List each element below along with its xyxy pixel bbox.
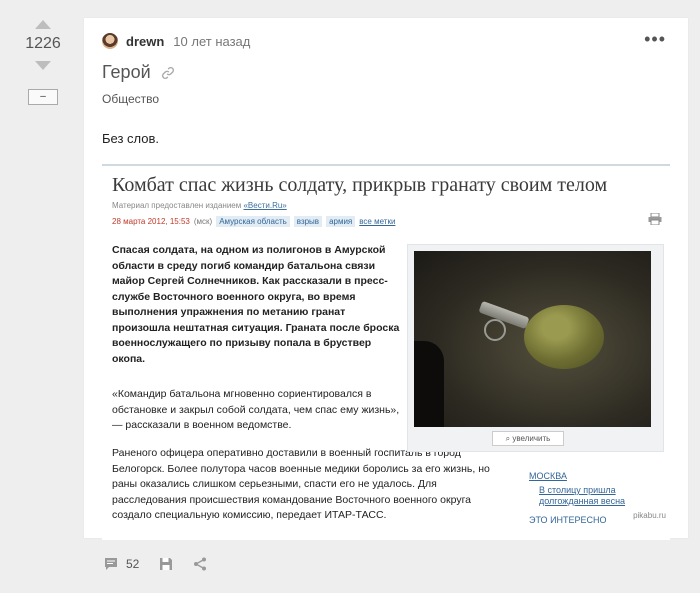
post-card: drewn 10 лет назад ••• Герой Общество Бе… [84, 18, 688, 540]
grenade-photo [414, 251, 651, 427]
article-lead: Спасая солдата, на одном из полигонов в … [112, 244, 400, 365]
article-source-prefix: Материал предоставлен изданием [112, 201, 242, 210]
vote-panel: 1226 – [18, 18, 68, 105]
photo-shadow [414, 341, 444, 427]
article-body: Раненого офицера оперативно доставили в … [112, 447, 490, 521]
watermark: pikabu.ru [633, 511, 666, 520]
share-button[interactable] [193, 557, 207, 571]
article-image: Комбат спас жизнь солдату, прикрыв грана… [102, 164, 670, 540]
save-icon [160, 558, 173, 570]
downvote-arrow-icon[interactable] [35, 61, 51, 70]
zoom-button: ⌕ увеличить [492, 431, 564, 446]
author-name[interactable]: drewn [126, 34, 164, 49]
grenade-ring [484, 319, 506, 341]
photo-frame: ⌕ увеличить [407, 244, 664, 452]
article-source-name: «Вести.Ru» [243, 201, 287, 210]
article-all-tags: все метки [359, 217, 396, 226]
grenade-body [524, 305, 604, 369]
post-actions: 52 [104, 557, 227, 571]
avatar[interactable] [102, 33, 118, 49]
comment-icon [105, 558, 117, 570]
author-row: drewn 10 лет назад [102, 32, 250, 50]
article-meta: 28 марта 2012, 15:53 (мск) Амурская обла… [112, 216, 395, 227]
comments-count: 52 [126, 557, 140, 571]
article-zone: (мск) [193, 217, 213, 226]
article-quote: «Командир батальона мгновенно сориентиро… [112, 388, 400, 431]
article-tag: армия [326, 216, 356, 227]
post-text: Без слов. [102, 131, 160, 146]
rating-count: 1226 [25, 35, 61, 52]
post-time: 10 лет назад [173, 33, 251, 49]
article-tag: взрыв [293, 216, 323, 227]
printer-icon [648, 213, 662, 225]
zoom-label: увеличить [512, 434, 551, 443]
more-options-icon[interactable]: ••• [644, 30, 666, 48]
post-title-row: Герой [102, 62, 175, 83]
article-tag: Амурская область [216, 216, 290, 227]
save-button[interactable] [159, 557, 173, 571]
side-link: В столицу пришла долгожданная весна [539, 485, 626, 506]
post-tag[interactable]: Общество [102, 92, 159, 106]
article-source: Материал предоставлен изданием «Вести.Ru… [112, 201, 287, 210]
article-date: 28 марта 2012, 15:53 [112, 217, 190, 226]
minus-button[interactable]: – [28, 89, 58, 105]
side-city: МОСКВА [529, 471, 567, 481]
comments-button[interactable]: 52 [104, 557, 139, 571]
link-icon[interactable] [161, 66, 175, 80]
share-icon [194, 557, 207, 571]
upvote-arrow-icon[interactable] [35, 20, 51, 29]
post-title[interactable]: Герой [102, 62, 151, 83]
article-title: Комбат спас жизнь солдату, прикрыв грана… [112, 174, 608, 196]
